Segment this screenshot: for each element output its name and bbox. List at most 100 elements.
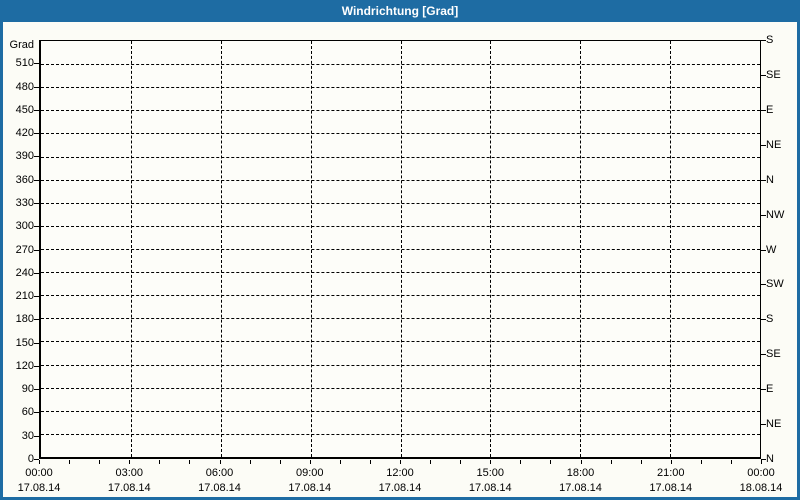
y-axis-tick (34, 86, 39, 88)
x-axis-date-label: 17.08.14 (468, 482, 512, 494)
y-axis-tick (34, 342, 39, 344)
page-title: Windrichtung [Grad] (341, 4, 459, 18)
y-axis-tick (34, 272, 39, 274)
x-axis-tick (369, 460, 371, 464)
x-axis-tick (249, 460, 251, 464)
x-axis-time-label: 15:00 (476, 467, 505, 479)
gridline-vertical (490, 41, 492, 457)
x-axis-date-label: 17.08.14 (378, 482, 422, 494)
compass-tick (761, 249, 766, 251)
y-axis-tick-label: 240 (15, 266, 34, 279)
compass-tick (761, 144, 766, 146)
compass-tick-label: NE (766, 418, 782, 431)
gridline-vertical (670, 41, 672, 457)
x-axis-tick (610, 460, 612, 464)
x-axis-time-label: 00:00 (747, 467, 775, 479)
y-axis-tick-label: 120 (15, 359, 34, 372)
x-axis-date-label: 17.08.14 (17, 482, 61, 494)
window-border-left (0, 22, 3, 500)
y-axis-tick-label: 270 (15, 243, 34, 256)
y-axis-tick (34, 156, 39, 158)
x-axis-time-label: 18:00 (566, 467, 595, 479)
y-axis-tick (34, 389, 39, 391)
gridline-vertical (310, 41, 312, 457)
y-axis-tick (34, 63, 39, 65)
x-axis-tick (640, 460, 642, 464)
compass-tick-label: SE (766, 68, 781, 81)
x-axis-tick (39, 460, 40, 464)
x-axis-tick (339, 460, 341, 464)
x-axis-time-label: 06:00 (205, 467, 234, 479)
compass-tick (761, 389, 766, 391)
y-axis-tick-label: 90 (21, 383, 34, 396)
compass-tick-label: W (766, 243, 777, 256)
y-axis-tick-label: 360 (15, 173, 34, 186)
compass-tick (761, 284, 766, 286)
x-axis-time-label: 09:00 (295, 467, 324, 479)
compass-tick (761, 179, 766, 181)
y-axis-tick-label: 180 (15, 313, 34, 326)
x-axis-tick (430, 460, 432, 464)
x-axis-tick (279, 460, 281, 464)
x-axis-date-label: 17.08.14 (559, 482, 602, 494)
x-axis-tick (550, 460, 552, 464)
y-axis-tick (34, 226, 39, 228)
y-axis-tick-label: 210 (15, 290, 34, 303)
compass-tick (761, 74, 766, 76)
x-axis-tick (159, 460, 161, 464)
compass-tick (761, 214, 766, 216)
y-axis-tick (34, 296, 39, 298)
y-axis-tick-label: 480 (15, 80, 34, 93)
x-axis-tick (69, 460, 71, 464)
compass-tick (761, 319, 766, 321)
y-axis-tick (34, 435, 39, 437)
y-axis-tick-label: 330 (15, 196, 34, 209)
y-axis-tick (34, 109, 39, 111)
title-bar: Windrichtung [Grad] (0, 0, 800, 22)
x-axis-tick (309, 460, 311, 464)
x-axis-time-label: 03:00 (115, 467, 144, 479)
y-axis-tick-label: 420 (15, 127, 34, 140)
y-axis-tick-label: 0 (27, 453, 34, 465)
x-axis-tick (670, 460, 672, 464)
gridline-vertical (130, 41, 132, 457)
y-axis-tick (34, 412, 39, 414)
y-axis-tick-label: 150 (15, 336, 34, 349)
compass-tick-label: E (766, 103, 774, 116)
x-axis-tick (580, 460, 582, 464)
x-axis-tick (189, 460, 191, 464)
compass-tick (761, 40, 766, 41)
y-axis-unit-label: Grad (9, 39, 34, 51)
x-axis-tick (700, 460, 702, 464)
gridline-vertical (400, 41, 402, 457)
compass-tick-label: SW (766, 278, 784, 291)
compass-tick-label: SE (766, 348, 781, 361)
x-axis-time-label: 12:00 (386, 467, 414, 479)
x-axis-tick (99, 460, 101, 464)
x-axis-date-label: 17.08.14 (649, 482, 693, 494)
compass-tick-label: S (766, 313, 774, 326)
x-axis-date-label: 18.08.14 (739, 482, 783, 494)
x-axis-tick (520, 460, 522, 464)
compass-tick (761, 424, 766, 426)
compass-tick-label: NE (766, 138, 782, 151)
x-axis-tick (460, 460, 462, 464)
app-window: Windrichtung [Grad] 0 30 60 90 120 150 180 210 2… (0, 0, 800, 500)
y-axis-tick-label: 510 (15, 57, 34, 70)
x-axis-tick (761, 460, 762, 464)
compass-tick-label: S (766, 34, 774, 46)
y-axis-tick-label: 390 (15, 150, 34, 163)
y-axis-tick (34, 179, 39, 181)
gridline-vertical (220, 41, 222, 457)
x-axis-tick (730, 460, 732, 464)
y-axis-tick-label: 300 (15, 220, 34, 233)
x-axis-tick (219, 460, 221, 464)
x-axis-tick (490, 460, 492, 464)
x-axis-time-label: 21:00 (656, 467, 685, 479)
x-axis-tick (400, 460, 401, 464)
compass-tick (761, 354, 766, 356)
compass-tick-label: NW (766, 208, 785, 221)
y-axis-tick (34, 202, 39, 204)
y-axis-tick (34, 319, 39, 321)
y-axis-tick (34, 365, 39, 367)
